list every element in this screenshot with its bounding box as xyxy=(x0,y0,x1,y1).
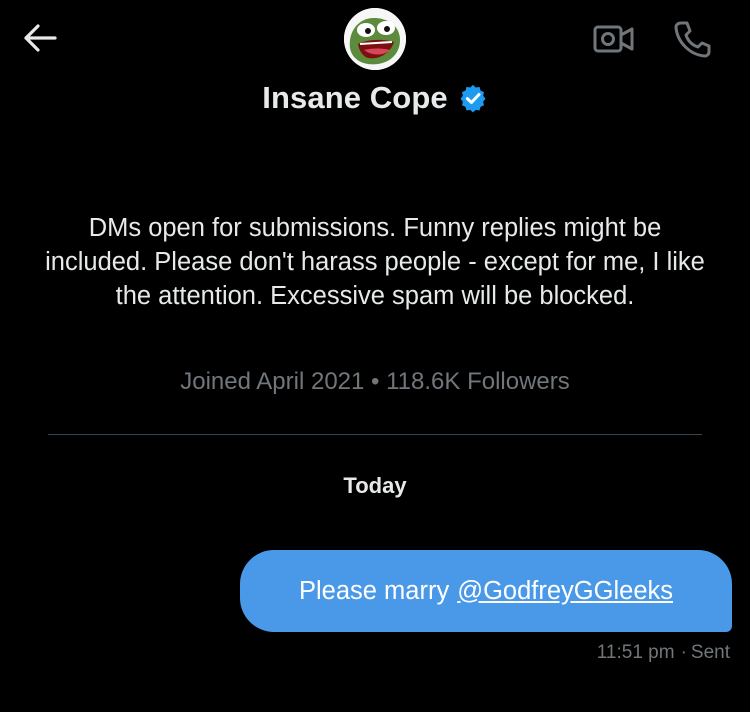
phone-call-button[interactable] xyxy=(669,16,715,62)
divider xyxy=(48,434,702,435)
status-separator: · xyxy=(680,642,687,663)
profile-name-row: Insane Cope xyxy=(0,80,750,116)
mention-link[interactable]: @GodfreyGGleeks xyxy=(457,577,673,606)
video-call-icon xyxy=(593,25,634,53)
video-call-button[interactable] xyxy=(591,16,637,62)
message-bubble[interactable]: Please marry @GodfreyGGleeks xyxy=(240,550,732,632)
joined-date: Joined April 2021 xyxy=(180,368,365,395)
profile-name[interactable]: Insane Cope xyxy=(262,80,447,116)
phone-call-icon xyxy=(674,21,711,58)
profile-meta: Joined April 2021 • 118.6K Followers xyxy=(0,368,750,396)
verified-badge-icon xyxy=(460,84,486,113)
avatar[interactable] xyxy=(344,8,406,70)
pepe-avatar-icon xyxy=(344,8,406,70)
sent-status: Sent xyxy=(690,642,730,663)
message-time: 11:51 pm xyxy=(596,642,675,663)
message-text: Please marry xyxy=(298,576,450,605)
date-separator: Today xyxy=(343,473,407,498)
followers-count[interactable]: 118.6K Followers xyxy=(386,368,570,395)
message-status: 11:51 pm · Sent xyxy=(597,642,730,664)
meta-separator: • xyxy=(371,368,380,395)
profile-bio: DMs open for submissions. Funny replies … xyxy=(45,214,705,310)
arrow-left-icon xyxy=(24,24,57,52)
back-button[interactable] xyxy=(20,20,60,56)
